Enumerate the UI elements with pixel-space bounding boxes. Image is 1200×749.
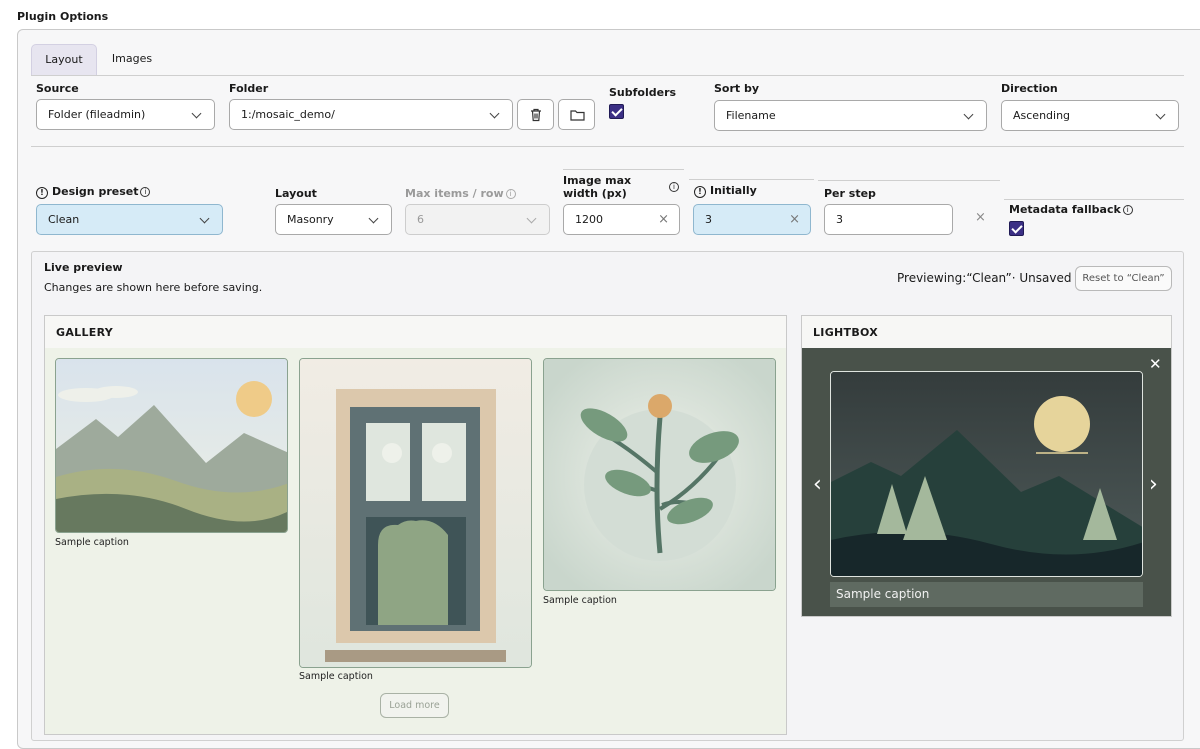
- folder-select[interactable]: 1:/mosaic_demo/: [229, 99, 513, 130]
- subfolders-checkbox[interactable]: [609, 104, 624, 119]
- divider: [563, 169, 684, 170]
- layout-label: Layout: [275, 187, 317, 200]
- warning-icon: !: [36, 187, 48, 199]
- gallery-caption: Sample caption: [299, 671, 373, 682]
- per-step-value: 3: [836, 213, 843, 226]
- gallery-caption: Sample caption: [543, 595, 617, 606]
- load-more-button[interactable]: Load more: [380, 693, 449, 718]
- sort-by-select[interactable]: Filename: [714, 100, 987, 131]
- chevron-down-icon: [191, 108, 202, 119]
- divider: [1004, 199, 1184, 200]
- info-icon[interactable]: i: [669, 182, 679, 192]
- warning-icon: !: [694, 186, 706, 198]
- divider: [603, 75, 701, 76]
- folder-icon: [570, 110, 585, 121]
- clear-icon[interactable]: ×: [658, 205, 669, 234]
- layout-value: Masonry: [287, 213, 334, 226]
- source-select[interactable]: Folder (fileadmin): [36, 99, 215, 130]
- info-icon[interactable]: i: [140, 187, 151, 197]
- subfolders-label: Subfolders: [609, 86, 677, 99]
- clear-icon[interactable]: ×: [789, 205, 800, 234]
- gallery-caption: Sample caption: [55, 537, 129, 548]
- chevron-down-icon: [526, 213, 537, 224]
- divider: [818, 180, 1000, 181]
- image-max-width-label: Image max width (px): [563, 174, 632, 200]
- close-icon[interactable]: ✕: [1149, 355, 1162, 373]
- per-step-label: Per step: [824, 187, 876, 200]
- lightbox-caption: Sample caption: [830, 582, 1143, 607]
- metadata-fallback-checkbox[interactable]: [1009, 221, 1024, 236]
- layout-select[interactable]: Masonry: [275, 204, 392, 235]
- page-title: Plugin Options: [17, 10, 109, 23]
- info-icon[interactable]: i: [1122, 205, 1133, 215]
- gallery-image-plant[interactable]: [543, 358, 776, 591]
- section-divider: [31, 146, 1184, 147]
- preview-status: Previewing:“Clean”· Unsaved: [897, 271, 1072, 285]
- initially-value: 3: [705, 213, 712, 226]
- initially-input[interactable]: 3 ×: [693, 204, 811, 235]
- trash-icon: [531, 108, 541, 122]
- night-mountain-image: [831, 372, 1142, 576]
- initially-label: ! Initially: [694, 184, 757, 198]
- chevron-down-icon: [1155, 109, 1166, 120]
- max-items-label: Max items / row i: [405, 187, 516, 200]
- chevron-down-icon: [199, 213, 210, 224]
- metadata-fallback-label: Metadata fallback i: [1009, 203, 1133, 216]
- gallery-image-window[interactable]: [299, 358, 532, 668]
- folder-value: 1:/mosaic_demo/: [241, 108, 335, 121]
- chevron-left-icon[interactable]: ‹: [813, 474, 822, 496]
- browse-folder-button[interactable]: [558, 99, 595, 130]
- chevron-down-icon: [489, 108, 500, 119]
- sort-by-label: Sort by: [714, 82, 760, 95]
- max-items-select: 6: [405, 204, 550, 235]
- image-max-width-value: 1200: [575, 213, 603, 226]
- chevron-down-icon: [963, 109, 974, 120]
- max-items-value: 6: [417, 213, 424, 226]
- image-max-width-input[interactable]: 1200 ×: [563, 204, 680, 235]
- delete-folder-button[interactable]: [517, 99, 554, 130]
- source-value: Folder (fileadmin): [48, 108, 146, 121]
- clear-icon[interactable]: ×: [975, 210, 986, 225]
- direction-value: Ascending: [1013, 109, 1071, 122]
- design-preset-select[interactable]: Clean: [36, 204, 223, 235]
- sort-by-value: Filename: [726, 109, 776, 122]
- tab-layout[interactable]: Layout: [31, 44, 97, 76]
- divider: [689, 179, 814, 180]
- live-preview-title: Live preview: [44, 261, 123, 274]
- live-preview-subtitle: Changes are shown here before saving.: [44, 281, 263, 294]
- reset-preset-button[interactable]: Reset to “Clean”: [1075, 266, 1172, 291]
- window-image: [300, 359, 531, 667]
- chevron-right-icon[interactable]: ›: [1149, 474, 1158, 496]
- per-step-input[interactable]: 3: [824, 204, 953, 235]
- design-preset-value: Clean: [48, 213, 80, 226]
- lightbox-title: LIGHTBOX: [801, 315, 1172, 348]
- direction-label: Direction: [1001, 82, 1058, 95]
- plant-image: [544, 359, 775, 590]
- gallery-title: GALLERY: [44, 315, 787, 348]
- gallery-image-mountains[interactable]: [55, 358, 288, 533]
- folder-label: Folder: [229, 82, 269, 95]
- mountain-landscape-image: [56, 359, 287, 532]
- tab-images[interactable]: Images: [103, 44, 161, 76]
- lightbox-image: [830, 371, 1143, 577]
- direction-select[interactable]: Ascending: [1001, 100, 1179, 131]
- chevron-down-icon: [368, 213, 379, 224]
- info-icon: i: [505, 189, 516, 199]
- source-label: Source: [36, 82, 79, 95]
- design-preset-label: ! Design preset i: [36, 185, 151, 199]
